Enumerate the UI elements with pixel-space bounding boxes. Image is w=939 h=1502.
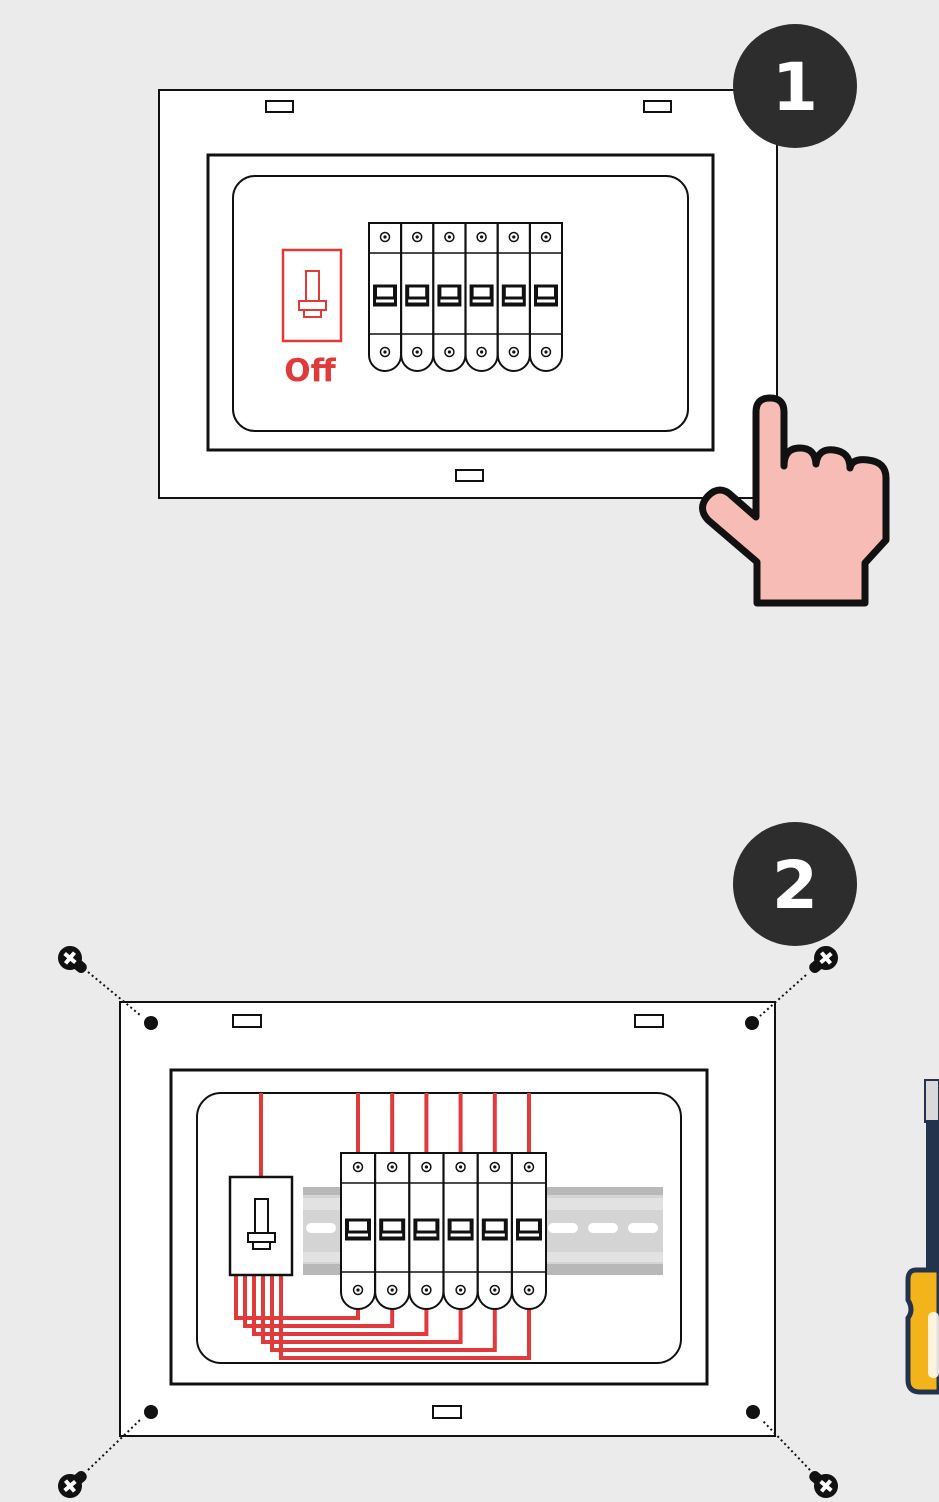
screw-hole [745,1016,759,1030]
cover-slot [643,100,672,113]
circuit-breaker [432,222,467,372]
cover-slot [232,1014,262,1028]
circuit-breaker [529,222,563,372]
cover-slot [455,469,484,482]
circuit-breaker [400,222,435,372]
circuit-breaker [442,1152,479,1310]
circuit-breaker [496,222,531,372]
cover-slot [432,1405,462,1419]
screw-hole [144,1016,158,1030]
circuit-breaker [368,222,402,372]
circuit-breaker [340,1152,376,1310]
screw-hole [746,1405,760,1419]
breaker-row-2 [340,1152,547,1310]
step-number-2: 2 [772,847,818,924]
screw-icon [58,1470,87,1498]
circuit-breaker [511,1152,547,1310]
circuit-breaker [374,1152,411,1310]
breaker-row-1 [368,222,563,372]
screwdriver-icon [905,1079,939,1395]
screw-icon [809,946,838,974]
step-2: 2 [58,822,939,1498]
screw-icon [58,946,87,974]
step-number-1: 1 [772,49,818,126]
switch-state-label: Off [284,353,336,389]
cover-slot [265,100,294,113]
step-1: Off 1 [158,24,890,607]
circuit-breaker [408,1152,445,1310]
circuit-breaker [476,1152,513,1310]
cover-slot [634,1014,664,1028]
circuit-breaker [464,222,499,372]
screw-hole [144,1405,158,1419]
instruction-diagram: Off 1 2 [58,24,939,1498]
main-switch [281,248,343,343]
